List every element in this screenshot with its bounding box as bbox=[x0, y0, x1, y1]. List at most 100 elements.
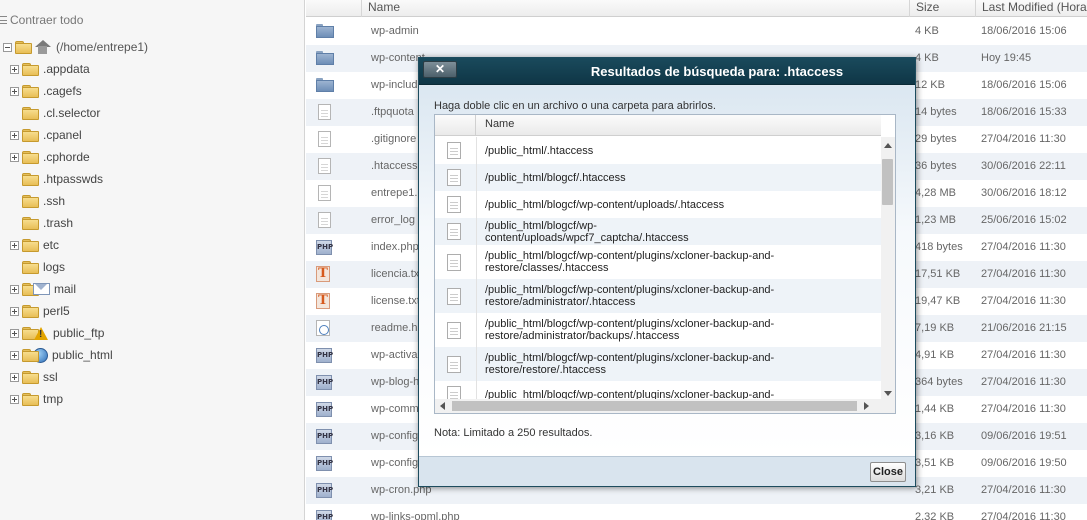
file-row[interactable]: PHP wp-links-opml.php 2,32 KB 27/04/2016 11… bbox=[306, 504, 1087, 520]
result-row[interactable]: /public_html/blogcf/wp-content/plugins/x… bbox=[435, 313, 881, 347]
file-size-cell: 29 bytes bbox=[915, 133, 957, 145]
file-modified-cell: 27/04/2016 11:30 bbox=[981, 376, 1066, 388]
expand-toggle-icon[interactable] bbox=[10, 130, 19, 140]
file-icon bbox=[447, 322, 461, 339]
file-size-cell: 4,28 MB bbox=[915, 187, 956, 199]
file-icon bbox=[318, 212, 331, 228]
tree-item[interactable]: ssl bbox=[10, 368, 58, 386]
file-size-cell: 17,51 KB bbox=[915, 268, 961, 280]
file-row-icon: PHP bbox=[316, 455, 334, 472]
tree-item[interactable]: .cl.selector bbox=[10, 104, 100, 122]
vertical-scroll-thumb[interactable] bbox=[882, 159, 893, 205]
expand-toggle-icon[interactable] bbox=[10, 372, 19, 382]
expand-toggle-icon[interactable] bbox=[10, 350, 19, 360]
dialog-titlebar[interactable]: ✕ Resultados de búsqueda para: .htaccess bbox=[419, 58, 915, 85]
tree-item[interactable]: public_ftp bbox=[10, 324, 104, 342]
file-row-icon bbox=[316, 131, 334, 148]
tree-item[interactable]: perl5 bbox=[10, 302, 70, 320]
tree-item-label: etc bbox=[43, 238, 60, 252]
expand-toggle-icon[interactable] bbox=[10, 240, 19, 250]
result-row[interactable]: /public_html/blogcf/wp-content/uploads/w… bbox=[435, 218, 881, 245]
name-column-header[interactable]: Name bbox=[361, 0, 909, 17]
file-row[interactable]: wp-admin 4 KB 18/06/2016 15:06 bbox=[306, 18, 1087, 45]
collapse-all-link[interactable]: Contraer todo bbox=[0, 12, 83, 28]
result-row[interactable]: /public_html/blogcf/wp-content/uploads/.… bbox=[435, 191, 881, 218]
tree-item[interactable]: .appdata bbox=[10, 60, 90, 78]
file-icon bbox=[318, 104, 331, 120]
expand-toggle-icon[interactable] bbox=[10, 86, 19, 96]
scroll-left-icon[interactable] bbox=[440, 402, 445, 410]
tree-item[interactable]: mail bbox=[10, 280, 76, 298]
expand-toggle-icon[interactable] bbox=[10, 328, 19, 338]
dialog-body: Haga doble clic en un archivo o una carp… bbox=[419, 86, 915, 456]
expand-toggle-icon[interactable] bbox=[10, 152, 19, 162]
expand-toggle-icon[interactable] bbox=[10, 306, 19, 316]
tree-item[interactable]: .cagefs bbox=[10, 82, 82, 100]
file-row-icon bbox=[316, 320, 334, 337]
result-row[interactable]: /public_html/blogcf/wp-content/plugins/x… bbox=[435, 279, 881, 313]
tree-item[interactable]: .cpanel bbox=[10, 126, 82, 144]
expand-toggle-icon[interactable] bbox=[10, 394, 19, 404]
collapse-all-label: Contraer todo bbox=[10, 13, 84, 27]
file-modified-cell: 27/04/2016 11:30 bbox=[981, 133, 1066, 145]
horizontal-scroll-thumb[interactable] bbox=[452, 401, 857, 411]
tree-item[interactable]: etc bbox=[10, 236, 59, 254]
scroll-up-icon[interactable] bbox=[884, 143, 892, 148]
result-path: /public_html/blogcf/wp-content/plugins/x… bbox=[485, 279, 785, 313]
column-divider bbox=[476, 245, 477, 279]
column-divider bbox=[476, 137, 477, 164]
result-row[interactable]: /public_html/blogcf/.htaccess bbox=[435, 164, 881, 191]
php-icon: PHP bbox=[316, 348, 333, 363]
modified-column-header[interactable]: Last Modified (Hora de bbox=[975, 0, 1087, 17]
results-table: Name /public_html/.htaccess/public_html/… bbox=[434, 114, 896, 414]
result-row[interactable]: /public_html/blogcf/wp-content/plugins/x… bbox=[435, 245, 881, 279]
tree-item-label: logs bbox=[43, 260, 66, 274]
result-path: /public_html/blogcf/wp-content/plugins/x… bbox=[485, 313, 785, 347]
tree-item[interactable]: logs bbox=[10, 258, 65, 276]
result-row[interactable]: /public_html/.htaccess bbox=[435, 137, 881, 164]
size-column-header[interactable]: Size bbox=[909, 0, 975, 17]
horizontal-scrollbar[interactable] bbox=[435, 399, 881, 413]
scroll-right-icon[interactable] bbox=[864, 402, 869, 410]
collapse-toggle-icon[interactable] bbox=[3, 42, 12, 52]
tree-item[interactable]: public_html bbox=[10, 346, 113, 364]
file-modified-cell: 30/06/2016 22:11 bbox=[981, 160, 1066, 172]
tree-item[interactable]: .ssh bbox=[10, 192, 65, 210]
close-button[interactable]: Close bbox=[870, 462, 906, 482]
file-icon bbox=[447, 196, 461, 213]
result-path-line: /public_html/blogcf/wp-content/plugins/x… bbox=[485, 284, 775, 296]
tree-item[interactable]: tmp bbox=[10, 390, 63, 408]
tree-item[interactable]: .cphorde bbox=[10, 148, 90, 166]
file-size-cell: 1,23 MB bbox=[915, 214, 956, 226]
tree-item-label: ssl bbox=[43, 370, 58, 384]
close-x-button[interactable]: ✕ bbox=[423, 61, 457, 78]
tree-item[interactable]: .htpasswds bbox=[10, 170, 103, 188]
result-path-line: restore/administrator/.htaccess bbox=[485, 296, 636, 308]
file-modified-cell: 27/04/2016 11:30 bbox=[981, 295, 1066, 307]
tree-item-label: tmp bbox=[43, 392, 64, 406]
expand-toggle-icon[interactable] bbox=[10, 284, 19, 294]
scroll-down-icon[interactable] bbox=[884, 391, 892, 396]
sidebar-tree: Contraer todo (/home/entrepe1) .appdata.… bbox=[0, 0, 305, 520]
result-row[interactable]: /public_html/blogcf/wp-content/plugins/x… bbox=[435, 347, 881, 381]
result-path-line: /public_html/blogcf/wp-content/plugins/x… bbox=[485, 388, 775, 400]
file-modified-cell: 09/06/2016 19:51 bbox=[981, 430, 1067, 442]
file-size-cell: 3,16 KB bbox=[915, 430, 955, 442]
expand-toggle-icon[interactable] bbox=[10, 64, 19, 74]
file-icon bbox=[447, 288, 461, 305]
tree-item[interactable]: .trash bbox=[10, 214, 73, 232]
results-name-column-header[interactable]: Name bbox=[485, 118, 514, 130]
folder-icon bbox=[22, 260, 39, 274]
vertical-scrollbar[interactable] bbox=[881, 137, 895, 399]
icon-column-header[interactable] bbox=[306, 0, 361, 17]
file-size-cell: 4,91 KB bbox=[915, 349, 955, 361]
result-path: /public_html/blogcf/wp-content/plugins/x… bbox=[485, 245, 785, 279]
result-path: /public_html/blogcf/wp-content/uploads/.… bbox=[485, 191, 785, 218]
file-size-cell: 12 KB bbox=[915, 79, 945, 91]
tree-root-home[interactable]: (/home/entrepe1) bbox=[3, 38, 148, 56]
result-path-line: /public_html/blogcf/wp-content/plugins/x… bbox=[485, 352, 775, 364]
result-row[interactable]: /public_html/blogcf/wp-content/plugins/x… bbox=[435, 381, 881, 399]
file-row-icon bbox=[316, 212, 334, 229]
folder-icon bbox=[22, 84, 39, 98]
result-path-line: /public_html/blogcf/wp-content/uploads/.… bbox=[485, 198, 725, 211]
